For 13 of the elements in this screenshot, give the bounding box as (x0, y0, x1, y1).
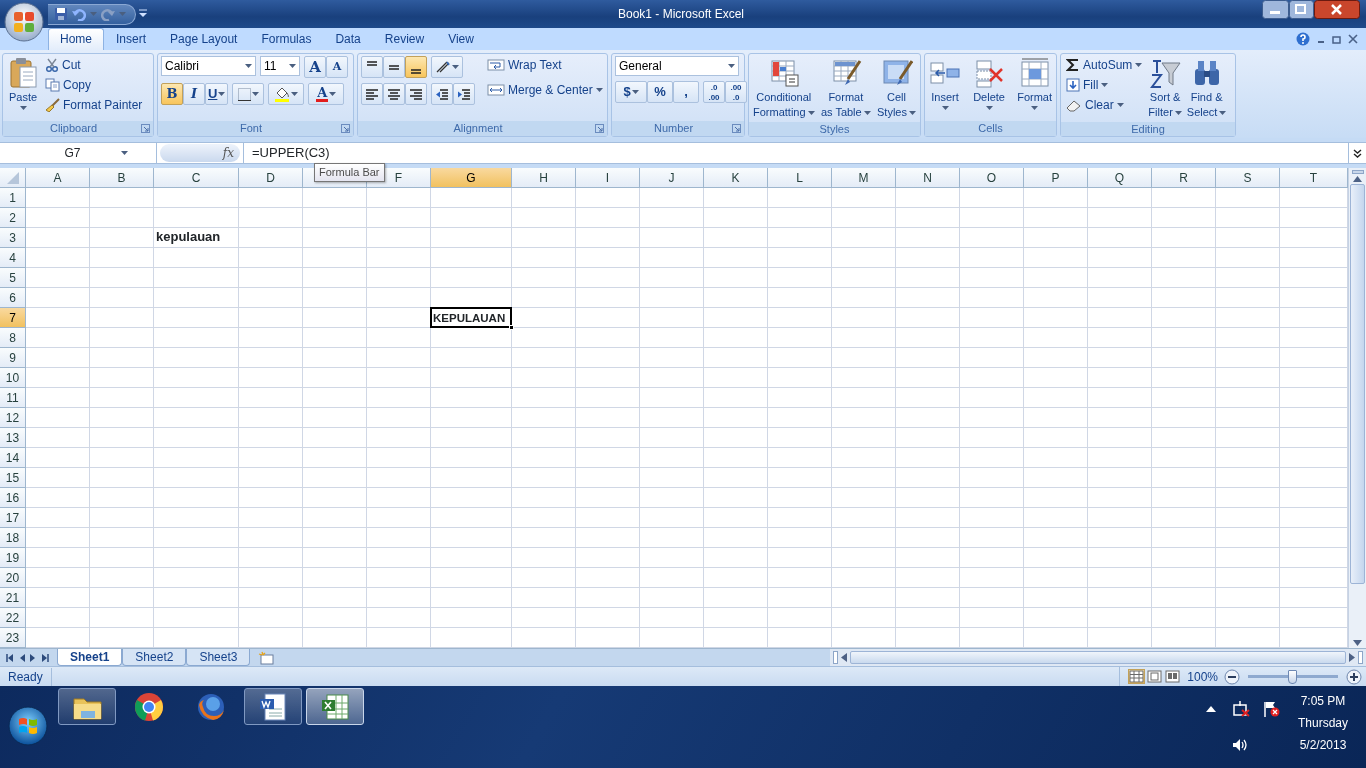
clock-day: Thursday (1297, 716, 1348, 730)
clock-time: 7:05 PM (1300, 694, 1346, 708)
group-label: Styles (818, 122, 851, 136)
group-label: Cells (977, 122, 1004, 135)
group-label: Alignment (452, 122, 504, 135)
clock-date: 5/2/2013 (1299, 738, 1347, 752)
status-text: Ready (0, 667, 52, 686)
group-label: Clipboard (48, 122, 99, 135)
group-label: Font (239, 122, 263, 135)
group-label: Editing (1130, 122, 1166, 136)
tooltip: Formula Bar (314, 163, 385, 182)
window-title: Book1 - Microsoft Excel (616, 6, 745, 23)
group-label: Number (652, 122, 695, 135)
